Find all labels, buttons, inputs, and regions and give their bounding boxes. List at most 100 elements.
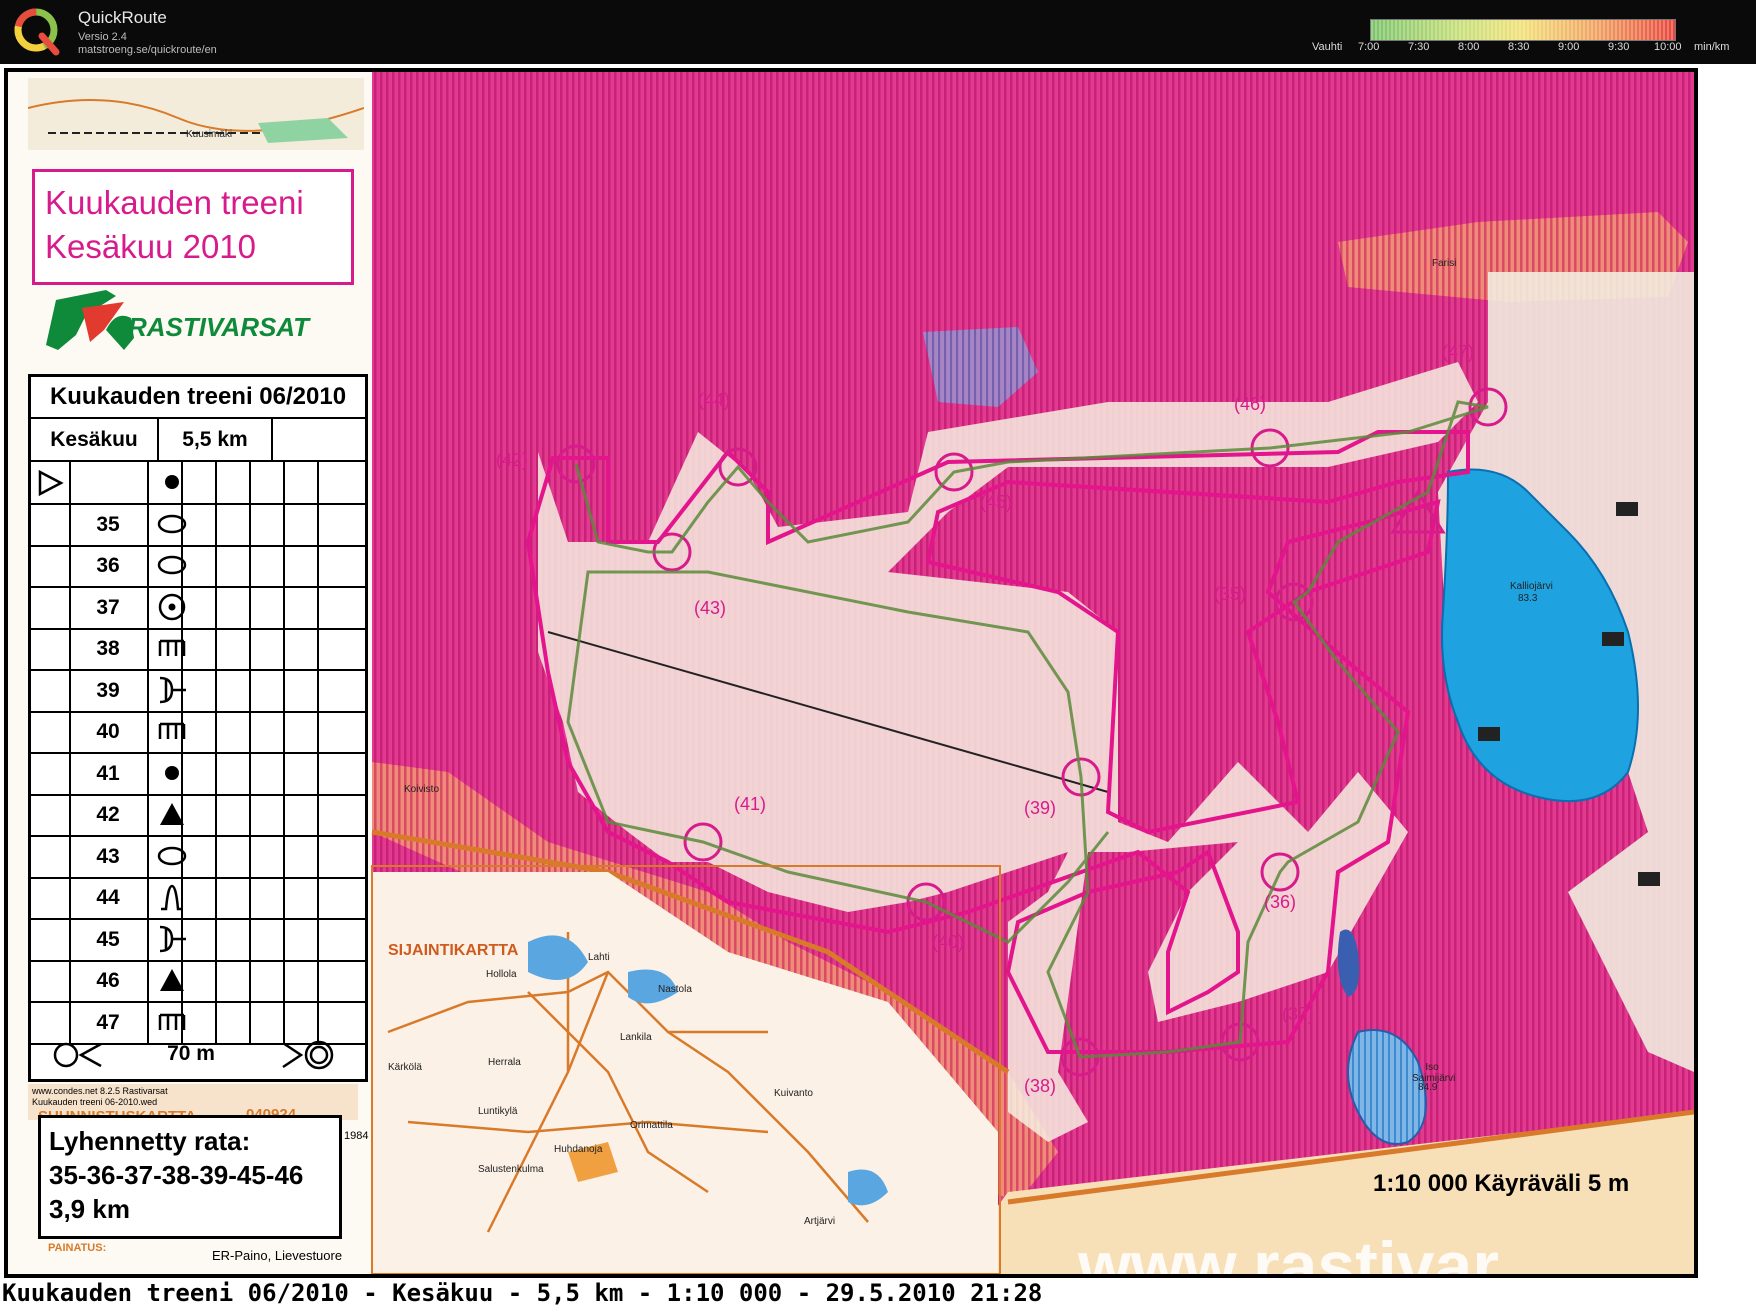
control-code: 41	[96, 761, 120, 785]
fork-icon	[159, 676, 186, 703]
software-credit: www.condes.net 8.2.5 Rastivarsat	[32, 1086, 168, 1096]
control-number: (35)	[1214, 584, 1247, 604]
app-url: matstroeng.se/quickroute/en	[78, 44, 217, 56]
pace-tick: 7:30	[1408, 41, 1430, 53]
building	[1616, 502, 1638, 516]
building	[1638, 872, 1660, 886]
desc-order-cell	[31, 877, 69, 918]
overview-town: Hollola	[486, 969, 517, 980]
desc-finish-row: 70 m	[31, 1032, 365, 1076]
overview-town: Artjärvi	[804, 1216, 836, 1227]
fork-icon	[159, 925, 186, 952]
dot-icon	[165, 475, 179, 489]
watermark: www.rastivar	[1078, 1228, 1499, 1278]
control-number: (36)	[1264, 892, 1297, 912]
desc-length: 5,5 km	[182, 428, 248, 451]
desc-order-cell	[31, 545, 69, 586]
club-name: RASTIVARSAT	[128, 312, 310, 342]
triangle-icon	[160, 969, 184, 991]
app-name: QuickRoute	[78, 8, 167, 27]
building	[1478, 727, 1500, 741]
start-symbol	[31, 462, 69, 503]
pace-tick: 10:00	[1654, 41, 1682, 53]
control-code: 43	[96, 844, 120, 868]
control-number: (41)	[734, 794, 767, 814]
desc-row: 37	[31, 586, 365, 630]
overview-map-title: SIJAINTIKARTTA	[388, 942, 519, 959]
control-code: 42	[96, 803, 120, 826]
comb-icon	[158, 722, 186, 739]
desc-row: 44	[31, 877, 365, 920]
comb-icon	[158, 639, 186, 656]
overview-town: Lankila	[620, 1032, 652, 1043]
course-title-line2: Kesäkuu 2010	[45, 228, 257, 265]
triangle-icon	[160, 803, 184, 825]
control-number: (38)	[1024, 1076, 1057, 1096]
control-code: 45	[96, 927, 120, 951]
desc-order-cell	[31, 711, 69, 752]
course-file: Kuukauden treeni 06-2010.wed	[32, 1097, 158, 1107]
place-name: Kuusimäki	[186, 129, 233, 140]
pace-tick: 8:00	[1458, 41, 1480, 53]
overview-town: Huhdanoja	[554, 1144, 603, 1155]
place-height: 84.9	[1418, 1082, 1438, 1093]
desc-row: 41	[31, 752, 365, 796]
control-code: 36	[96, 554, 120, 577]
place-name: Kalliojärvi	[1510, 581, 1553, 592]
ellipse-icon	[157, 555, 187, 575]
control-code: 40	[96, 720, 120, 743]
map-scale: 1:10 000 Käyräväli 5 m	[1373, 1170, 1630, 1197]
control-number: (43)	[694, 598, 727, 618]
desc-row: 43	[31, 835, 365, 879]
overview-town: Kärkölä	[388, 1062, 422, 1073]
overview-town: Nastola	[658, 984, 692, 995]
pace-label: Vauhti	[1312, 41, 1343, 53]
overview-town: Herrala	[488, 1057, 521, 1068]
desc-header-row: Kesäkuu 5,5 km	[31, 419, 365, 462]
desc-row: 39	[31, 669, 365, 713]
pace-tick: 9:30	[1608, 41, 1630, 53]
place-name: Iso Saimijärvi	[1412, 1062, 1456, 1084]
desc-order-cell	[31, 919, 69, 960]
control-code: 35	[96, 512, 120, 536]
overview-town: Salustenkulma	[478, 1164, 544, 1175]
desc-order-cell	[31, 587, 69, 628]
control-code	[69, 462, 147, 503]
building	[1602, 632, 1624, 646]
control-number: (46)	[1234, 394, 1267, 414]
desc-order-cell	[31, 960, 69, 1001]
place-name: Koivisto	[404, 784, 440, 795]
desc-table-title: Kuukauden treeni 06/2010	[31, 377, 365, 419]
control-code: 46	[96, 969, 120, 992]
map-view[interactable]: Kuusimäki Kuukauden treeni Kesäkuu 2010 …	[4, 68, 1698, 1278]
desc-row: 36	[31, 545, 365, 588]
map-caption: Kuukauden treeni 06/2010 - Kesäkuu - 5,5…	[2, 1279, 1043, 1307]
control-number: (44)	[698, 390, 731, 410]
finish-from-icon	[53, 1042, 102, 1068]
start-icon	[38, 469, 64, 497]
overview-town: Lahti	[588, 952, 610, 963]
pace-tick: 8:30	[1508, 41, 1530, 53]
desc-class: Kesäkuu	[50, 428, 138, 451]
control-number: (45)	[980, 492, 1013, 512]
desc-row: 42	[31, 794, 365, 837]
control-code: 44	[96, 886, 120, 909]
course-title-box: Kuukauden treeni Kesäkuu 2010	[32, 169, 354, 285]
target-icon	[158, 593, 186, 620]
control-number: (40)	[932, 932, 965, 952]
place-height: 83.3	[1518, 593, 1538, 604]
pace-color-scale	[1370, 19, 1676, 41]
dot-icon	[165, 765, 179, 780]
desc-order-cell	[31, 753, 69, 794]
control-code: 38	[96, 637, 120, 660]
desc-row: 46	[31, 960, 365, 1003]
desc-order-cell	[31, 670, 69, 711]
place-name: Farisi	[1432, 258, 1457, 269]
course-title-line1: Kuukauden treeni	[45, 184, 304, 221]
quickroute-logo	[14, 8, 60, 56]
control-code: 39	[96, 678, 120, 702]
finish-distance: 70 m	[167, 1042, 215, 1065]
control-number: (47)	[1442, 342, 1475, 362]
printing-label: PAINATUS:	[48, 1242, 107, 1254]
overview-town: Luntikylä	[478, 1106, 518, 1117]
